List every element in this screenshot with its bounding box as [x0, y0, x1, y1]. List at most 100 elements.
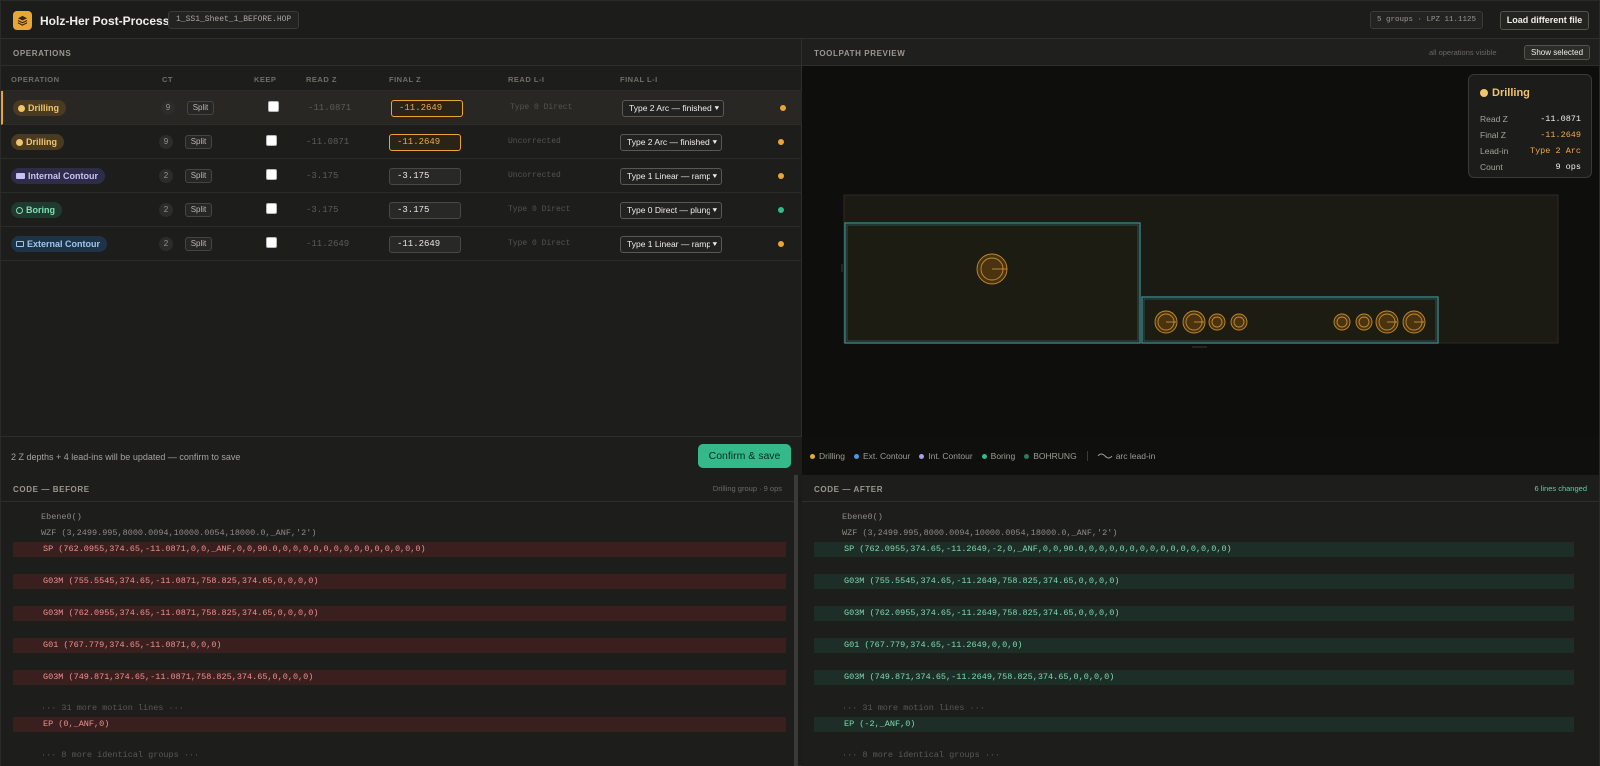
column-read-li: READ L-I — [508, 75, 545, 84]
operation-name: External Contour — [27, 239, 101, 249]
status-dot-icon — [780, 105, 786, 111]
code-after-header: CODE — AFTER 6 lines changed — [802, 475, 1599, 502]
preview-legend: Drilling Ext. Contour Int. Contour Borin… — [810, 449, 1164, 463]
column-read-z: READ Z — [306, 75, 337, 84]
read-leadin-value: Uncorrected — [508, 137, 561, 146]
operation-row[interactable]: External Contour 2 Split -11.2649 -11.26… — [1, 227, 802, 261]
read-leadin-value: Type 0 Direct — [510, 103, 573, 112]
final-leadin-select[interactable]: Type 2 Arc — finished ⯆ — [622, 100, 724, 117]
code-line: WZF (3,2499.995,8000.0094,10000.0054,180… — [41, 528, 317, 538]
tooltip-value: Type 2 Arc — [1529, 146, 1581, 156]
read-z-value: -3.175 — [306, 205, 339, 215]
status-dot-icon — [778, 173, 784, 179]
code-before-header: CODE — BEFORE Drilling group · 9 ops — [1, 475, 794, 502]
final-leadin-select[interactable]: Type 0 Direct — plunge ⯆ — [620, 202, 722, 219]
final-leadin-label: Type 1 Linear — ramp — [627, 239, 712, 249]
final-z-input[interactable]: -11.2649 — [389, 134, 461, 151]
split-button[interactable]: Split — [185, 169, 212, 183]
status-dot-icon — [778, 207, 784, 213]
tooltip-title: Drilling — [1480, 87, 1530, 99]
final-leadin-label: Type 0 Direct — plunge — [627, 205, 716, 215]
read-z-value: -11.0871 — [306, 137, 350, 147]
read-z-value: -3.175 — [306, 171, 339, 181]
status-dot-icon — [778, 241, 784, 247]
lines-changed-note: 6 lines changed — [1534, 484, 1587, 493]
read-leadin-value: Type 0 Direct — [508, 205, 571, 214]
operations-panel: OPERATIONS OPERATION CT KEEP READ Z FINA… — [1, 39, 802, 475]
load-different-file-button[interactable]: Load different file — [1500, 11, 1589, 30]
keep-checkbox[interactable] — [268, 101, 279, 112]
code-before-note: Drilling group · 9 ops — [712, 484, 782, 493]
column-keep: KEEP — [254, 75, 277, 84]
operation-row[interactable]: Drilling 9 Split -11.0871 -11.2649 Type … — [1, 91, 802, 125]
final-leadin-select[interactable]: Type 1 Linear — ramp ⯆ — [620, 236, 722, 253]
code-line-added: G03M (749.871,374.65,-11.2649,758.825,37… — [814, 670, 1574, 685]
final-z-input[interactable]: -11.2649 — [389, 236, 461, 253]
split-button[interactable]: Split — [187, 101, 214, 115]
show-selected-button[interactable]: Show selected — [1524, 45, 1590, 60]
operation-badge: Drilling — [13, 100, 66, 116]
chevron-down-icon: ⯆ — [709, 203, 718, 218]
operations-footer: 2 Z depths + 4 lead-ins will be updated … — [1, 436, 802, 475]
operation-badge: Internal Contour — [11, 168, 105, 184]
app-logo-icon — [13, 11, 32, 30]
keep-checkbox[interactable] — [266, 203, 277, 214]
legend-item-int-contour: Int. Contour — [919, 451, 973, 461]
operation-name: Boring — [26, 205, 55, 215]
code-line: Ebene0() — [41, 512, 82, 522]
code-line-added: G03M (762.0955,374.65,-11.2649,758.825,3… — [814, 606, 1574, 621]
legend-item-boring: Boring — [981, 451, 1015, 461]
drilling-dot-icon — [18, 104, 25, 112]
tooltip-label: Lead-in — [1480, 146, 1509, 156]
operation-badge: External Contour — [11, 236, 108, 252]
tooltip-value: -11.0871 — [1540, 114, 1581, 124]
app-window: Holz-Her Post-Processor 1_SS1_Sheet_1_BE… — [0, 0, 1600, 766]
code-line-removed: G03M (749.871,374.65,-11.0871,758.825,37… — [13, 670, 786, 685]
split-button[interactable]: Split — [185, 135, 212, 149]
tooltip-title-text: Drilling — [1492, 87, 1530, 99]
operation-row[interactable]: Drilling 9 Split -11.0871 -11.2649 Uncor… — [1, 125, 802, 159]
pending-changes-message: 2 Z depths + 4 lead-ins will be updated … — [11, 452, 241, 462]
keep-checkbox[interactable] — [266, 237, 277, 248]
external-contour-icon — [16, 241, 24, 247]
operation-row[interactable]: Internal Contour 2 Split -3.175 -3.175 U… — [1, 159, 802, 193]
operations-title: OPERATIONS — [13, 49, 72, 58]
keep-checkbox[interactable] — [266, 169, 277, 180]
code-line: WZF (3,2499.995,8000.0094,10000.0054,180… — [842, 528, 1118, 538]
code-collapsed-note: ··· 31 more motion lines ··· — [41, 703, 184, 713]
final-z-input[interactable]: -3.175 — [389, 168, 461, 185]
final-leadin-select[interactable]: Type 2 Arc — finished ⯆ — [620, 134, 722, 151]
code-collapsed-note: ··· 8 more identical groups ··· — [41, 750, 200, 760]
file-name-chip: 1_SS1_Sheet_1_BEFORE.HOP — [168, 11, 300, 29]
code-line-added: SP (762.0955,374.65,-11.2649,-2,0,_ANF,0… — [814, 542, 1574, 557]
operation-name: Internal Contour — [28, 171, 98, 181]
drilling-dot-icon — [16, 138, 23, 146]
final-z-input[interactable]: -11.2649 — [391, 100, 463, 117]
final-z-input[interactable]: -3.175 — [389, 202, 461, 219]
operation-row[interactable]: Boring 2 Split -3.175 -3.175 Type 0 Dire… — [1, 193, 802, 227]
tooltip-label: Count — [1480, 162, 1503, 172]
top-bar: Holz-Her Post-Processor 1_SS1_Sheet_1_BE… — [1, 1, 1599, 39]
confirm-save-button[interactable]: Confirm & save — [698, 444, 791, 468]
split-button[interactable]: Split — [185, 237, 212, 251]
tooltip-value: -11.2649 — [1540, 130, 1581, 140]
code-line-removed: G03M (762.0955,374.65,-11.0871,758.825,3… — [13, 606, 786, 621]
app-title: Holz-Her Post-Processor — [40, 14, 182, 28]
operation-tooltip: Drilling Read Z -11.0871 Final Z -11.264… — [1468, 74, 1592, 178]
operation-count: 2 — [159, 203, 173, 217]
toolpath-preview-panel: TOOLPATH PREVIEW all operations visible … — [802, 39, 1599, 475]
code-before-title: CODE — BEFORE — [13, 485, 90, 494]
column-ct: CT — [162, 75, 173, 84]
drilling-dot-icon — [1480, 89, 1488, 97]
chevron-down-icon: ⯆ — [709, 135, 718, 150]
split-button[interactable]: Split — [185, 203, 212, 217]
keep-checkbox[interactable] — [266, 135, 277, 146]
operation-badge: Drilling — [11, 134, 64, 150]
code-line-added: G03M (755.5545,374.65,-11.2649,758.825,3… — [814, 574, 1574, 589]
final-leadin-select[interactable]: Type 1 Linear — ramp ⯆ — [620, 168, 722, 185]
code-line-added: G01 (767.779,374.65,-11.2649,0,0,0) — [814, 638, 1574, 653]
tooltip-label: Final Z — [1480, 130, 1506, 140]
read-leadin-value: Uncorrected — [508, 171, 561, 180]
code-before-panel: CODE — BEFORE Drilling group · 9 ops Ebe… — [1, 475, 798, 766]
operations-header: OPERATIONS — [1, 39, 801, 66]
